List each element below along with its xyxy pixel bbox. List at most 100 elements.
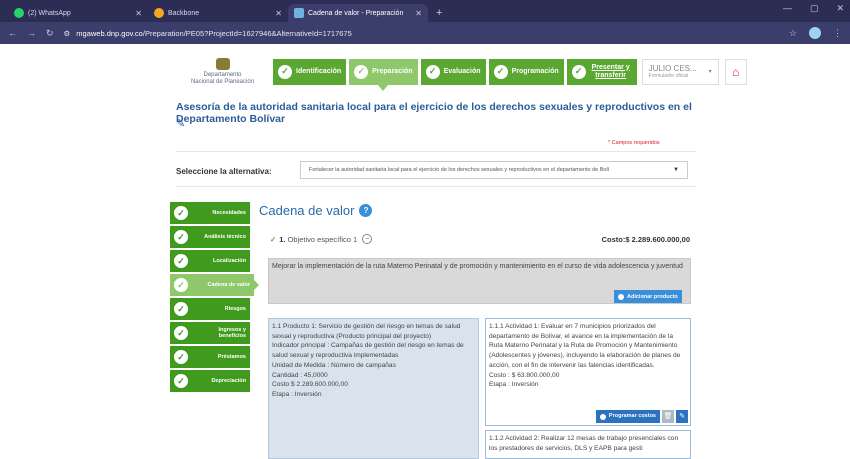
tab-label: Backbone [168, 9, 200, 17]
add-product-label: Adicionar producto [627, 293, 678, 300]
sidebar-item-localizacion[interactable]: ✓ Localización [170, 250, 250, 272]
objective-cost: Costo:$ 2.289.600.000,00 [601, 234, 690, 244]
browser-tab-bar: (2) WhatsApp ✕ Backbone ✕ Cadena de valo… [0, 0, 850, 22]
url-path: /Preparation/PE05?ProjectId=1627946&Alte… [142, 28, 352, 38]
step-identificacion[interactable]: ✓ Identificación [273, 58, 347, 85]
alternative-label: Seleccione la alternativa: [176, 167, 272, 176]
activity-card[interactable]: 1.1.1 Actividad 1: Evaluar en 7 municipi… [485, 318, 691, 426]
collapse-icon[interactable]: − [362, 234, 373, 244]
program-costs-button[interactable]: Programar costos [595, 410, 660, 423]
project-title: Asesoría de la autoridad sanitaria local… [176, 101, 692, 125]
user-menu[interactable]: JULIO CES... Formulador oficial ▾ [641, 58, 719, 85]
sidebar-item-prestamos[interactable]: ✓ Préstamos [170, 346, 250, 368]
check-icon: ✓ [174, 350, 188, 364]
help-icon[interactable]: ? [359, 204, 373, 217]
check-icon: ✓ [278, 64, 292, 79]
browser-tab-whatsapp[interactable]: (2) WhatsApp ✕ [8, 4, 148, 22]
address-bar: ← → ↻ ⚙ mgaweb.dnp.gov.co/Preparation/PE… [0, 22, 850, 44]
step-evaluacion[interactable]: ✓ Evaluación [420, 58, 486, 85]
sidebar-item-label: Riesgos [224, 306, 246, 312]
check-icon: ✓ [174, 374, 188, 388]
back-icon[interactable]: ← [8, 28, 17, 38]
app-header: Departamento Nacional de Planeación ✓ Id… [0, 44, 850, 99]
section-title: Cadena de valor ? [259, 203, 373, 218]
close-tab-icon[interactable]: ✕ [415, 9, 422, 18]
backbone-icon [154, 8, 164, 18]
check-icon: ✓ [571, 64, 586, 79]
browser-tab-cadena[interactable]: Cadena de valor - Preparación ✕ [288, 4, 428, 22]
product-cost: Costo $ 2.289.600.000,00 [272, 381, 348, 389]
close-window-icon[interactable]: ✕ [836, 3, 844, 14]
user-name: JULIO CES... [648, 64, 697, 73]
sidebar-item-ingresos[interactable]: ✓ Ingresos y beneficios [170, 322, 250, 344]
sidebar-item-analisis-tecnico[interactable]: ✓ Análisis técnico [170, 226, 250, 248]
alternative-select-value: Fortalecer la autoridad sanitaria local … [309, 167, 610, 173]
alternative-select[interactable]: Fortalecer la autoridad sanitaria local … [300, 161, 688, 179]
logo-line2: Nacional de Planeación [190, 78, 255, 85]
site-icon [294, 8, 304, 18]
gear-icon [599, 413, 606, 420]
menu-icon[interactable]: ⋮ [833, 28, 842, 39]
step-preparacion[interactable]: ✓ Preparación [349, 58, 418, 91]
sidebar-item-cadena-de-valor[interactable]: ✓ Cadena de valor [170, 274, 259, 296]
objective-header: ✓ 1. Objetivo específico 1 − Costo:$ 2.2… [270, 234, 690, 244]
sidebar-item-depreciacion[interactable]: ✓ Depreciación [170, 370, 250, 392]
profile-avatar[interactable] [809, 27, 821, 39]
close-tab-icon[interactable]: ✕ [135, 9, 142, 18]
url-domain: mgaweb.dnp.gov.co [76, 28, 143, 38]
sidebar-item-label: Cadena de valor [207, 282, 251, 288]
home-button[interactable]: ⌂ [724, 58, 747, 85]
close-tab-icon[interactable]: ✕ [275, 9, 282, 18]
step-programacion[interactable]: ✓ Programación [488, 58, 564, 85]
activity-title: 1.1.1 Actividad 1: Evaluar en 7 municipi… [489, 323, 681, 369]
check-icon: ✓ [174, 326, 188, 340]
bookmark-star-icon[interactable]: ☆ [789, 28, 797, 39]
divider [176, 186, 696, 187]
home-icon: ⌂ [732, 64, 740, 79]
add-product-button[interactable]: Adicionar producto [614, 290, 682, 303]
step-label: Identificación [296, 68, 342, 75]
product-stage: Etapa : Inversión [272, 390, 322, 398]
maximize-icon[interactable]: ▢ [810, 3, 819, 14]
activity-cost: Costo : $ 63.800.000,00 [489, 371, 560, 379]
new-tab-icon[interactable]: + [428, 4, 450, 22]
url-field[interactable]: ⚙ mgaweb.dnp.gov.co/Preparation/PE05?Pro… [64, 29, 779, 38]
edit-pencil-icon[interactable]: ✎ [176, 117, 185, 130]
minimize-icon[interactable]: — [783, 3, 792, 14]
check-icon: ✓ [354, 64, 369, 79]
activity-card[interactable]: 1.1.2 Actividad 2: Realizar 12 mesas de … [485, 430, 691, 459]
sidebar-item-riesgos[interactable]: ✓ Riesgos [170, 298, 250, 320]
check-icon: ✓ [174, 254, 188, 268]
forward-icon[interactable]: → [27, 28, 36, 38]
program-costs-label: Programar costos [608, 412, 656, 419]
divider [176, 151, 696, 152]
objective-label: Objetivo específico 1 [287, 234, 358, 244]
sidebar-item-label: Necesidades [212, 210, 246, 216]
check-icon: ✓ [270, 234, 277, 244]
check-icon: ✓ [174, 278, 188, 292]
edit-button[interactable]: ✎ [676, 410, 688, 423]
sidebar-item-necesidades[interactable]: ✓ Necesidades [170, 202, 250, 224]
seal-icon [215, 57, 230, 70]
product-unit: Unidad de Medida : Número de campañas [272, 361, 396, 369]
activity-title: 1.1.2 Actividad 2: Realizar 12 mesas de … [489, 435, 679, 452]
sidebar-item-label: Préstamos [217, 354, 246, 360]
dnp-logo: Departamento Nacional de Planeación [175, 57, 270, 86]
plus-circle-icon [618, 293, 624, 300]
logo-line1: Departamento [203, 71, 242, 78]
delete-button[interactable]: 🗑 [662, 410, 674, 423]
window-controls: — ▢ ✕ [783, 3, 844, 14]
check-icon: ✓ [174, 302, 188, 316]
reload-icon[interactable]: ↻ [46, 28, 54, 39]
section-title-text: Cadena de valor [259, 203, 355, 218]
sidebar-item-label: Depreciación [211, 378, 246, 384]
activity-stage: Etapa : Inversión [489, 381, 539, 389]
step-presentar[interactable]: ✓ Presentar y transferir [566, 58, 637, 85]
product-card[interactable]: 1.1 Producto 1: Servicio de gestión del … [268, 318, 479, 459]
site-info-icon[interactable]: ⚙ [64, 29, 71, 38]
chevron-down-icon: ▾ [708, 69, 712, 75]
user-role: Formulador oficial [648, 73, 689, 79]
browser-tab-backbone[interactable]: Backbone ✕ [148, 4, 288, 22]
pencil-icon: ✎ [679, 412, 685, 420]
check-icon: ✓ [493, 64, 508, 79]
